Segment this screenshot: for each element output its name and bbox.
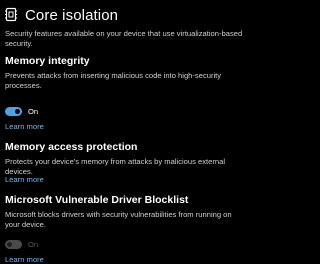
driver-blocklist-description: Microsoft blocks drivers with security v…	[5, 210, 232, 229]
memory-integrity-toggle-row: On	[5, 107, 38, 116]
toggle-knob	[15, 109, 20, 114]
driver-blocklist-toggle-row: On	[5, 240, 38, 249]
driver-blocklist-toggle-label: On	[28, 240, 39, 249]
memory-access-protection-description: Protects your device's memory from attac…	[5, 157, 226, 176]
driver-blocklist-title: Microsoft Vulnerable Driver Blocklist	[5, 194, 189, 206]
memory-integrity-description: Prevents attacks from inserting maliciou…	[5, 71, 222, 90]
memory-access-protection-title: Memory access protection	[5, 141, 138, 153]
toggle-knob	[7, 242, 12, 247]
driver-blocklist-learn-more-link[interactable]: Learn more	[5, 255, 44, 264]
shield-chip-icon	[5, 7, 17, 23]
memory-integrity-toggle[interactable]	[5, 107, 22, 116]
page-header: Core isolation	[5, 5, 118, 25]
memory-integrity-learn-more-link[interactable]: Learn more	[5, 122, 44, 131]
memory-integrity-title: Memory integrity	[5, 55, 90, 67]
memory-integrity-toggle-label: On	[28, 107, 39, 116]
memory-access-protection-learn-more-link[interactable]: Learn more	[5, 175, 44, 184]
page-description: Security features available on your devi…	[5, 29, 243, 48]
page-title: Core isolation	[25, 6, 119, 24]
driver-blocklist-toggle[interactable]	[5, 240, 22, 249]
core-isolation-page: Core isolation Security features availab…	[0, 0, 250, 264]
